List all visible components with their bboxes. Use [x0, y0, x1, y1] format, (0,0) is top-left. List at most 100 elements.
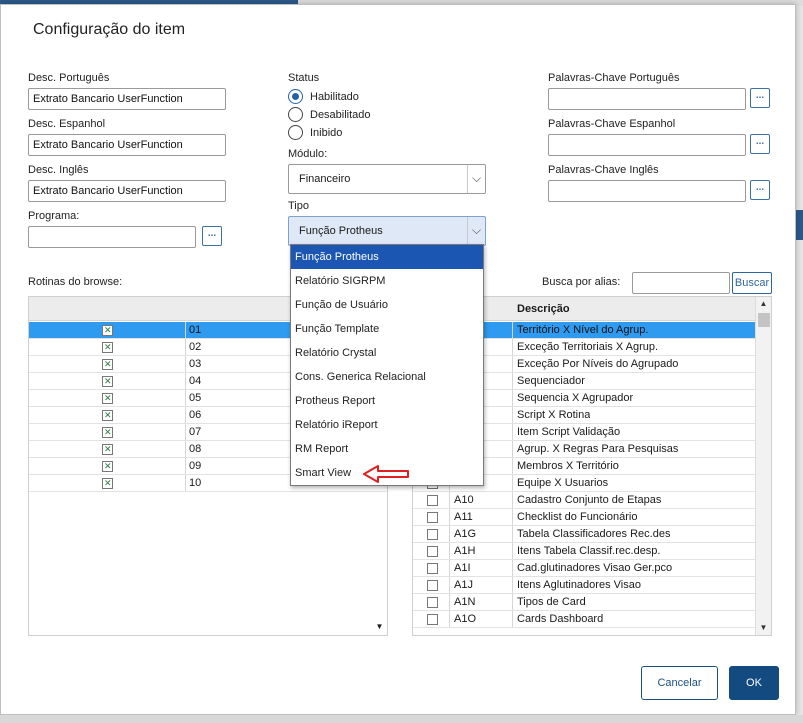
- checked-box-icon[interactable]: [102, 373, 113, 390]
- rotina-code: 03: [189, 358, 202, 370]
- column-separator: [449, 526, 450, 542]
- kw-en-input[interactable]: [548, 180, 746, 202]
- checkbox-icon[interactable]: [427, 495, 438, 506]
- column-separator: [185, 356, 186, 372]
- background-bottom-bar: [0, 715, 803, 723]
- desc-es-input[interactable]: Extrato Bancario UserFunction: [28, 134, 226, 156]
- tipo-option[interactable]: Função Template: [291, 317, 483, 341]
- checked-box-icon[interactable]: [102, 424, 113, 441]
- alias-code: A1N: [454, 596, 476, 608]
- alias-row[interactable]: A1O Cards Dashboard: [413, 611, 756, 628]
- checkbox-icon[interactable]: [427, 563, 438, 574]
- desc-en-input[interactable]: Extrato Bancario UserFunction: [28, 180, 226, 202]
- radio-desabilitado[interactable]: [288, 107, 303, 122]
- chevron-down-icon: ⌵: [467, 217, 485, 245]
- radio-habilitado[interactable]: [288, 89, 303, 104]
- scroll-down-icon[interactable]: ▼: [756, 621, 771, 635]
- checkbox-icon[interactable]: [427, 597, 438, 608]
- tipo-option[interactable]: Função de Usuário: [291, 293, 483, 317]
- checkbox-icon[interactable]: [427, 512, 438, 523]
- alias-description: Item Script Validação: [517, 426, 621, 438]
- scroll-up-icon[interactable]: ▲: [756, 297, 771, 311]
- checkbox-icon[interactable]: [427, 580, 438, 591]
- column-separator: [185, 390, 186, 406]
- kw-pt-lookup-button[interactable]: ...: [750, 88, 770, 108]
- kw-es-input[interactable]: [548, 134, 746, 156]
- tipo-option[interactable]: Cons. Generica Relacional: [291, 365, 483, 389]
- desc-pt-input[interactable]: Extrato Bancario UserFunction: [28, 88, 226, 110]
- checkbox-icon[interactable]: [427, 614, 438, 625]
- checked-box-icon[interactable]: [102, 407, 113, 424]
- tipo-option[interactable]: Relatório SIGRPM: [291, 269, 483, 293]
- column-separator: [449, 611, 450, 627]
- alias-row[interactable]: A1H Itens Tabela Classif.rec.desp.: [413, 543, 756, 560]
- tipo-select[interactable]: Função Protheus ⌵: [288, 216, 486, 246]
- checked-box-icon[interactable]: [102, 475, 113, 492]
- search-alias-input[interactable]: [632, 272, 730, 294]
- alias-description: Sequenciador: [517, 375, 585, 387]
- tipo-option[interactable]: Função Protheus: [291, 245, 483, 269]
- rotina-code: 06: [189, 409, 202, 421]
- checked-box-icon[interactable]: [102, 339, 113, 356]
- cancel-button[interactable]: Cancelar: [641, 666, 718, 700]
- scroll-thumb[interactable]: [758, 313, 770, 327]
- alias-row[interactable]: A1I Cad.glutinadores Visao Ger.pco: [413, 560, 756, 577]
- checked-box-icon[interactable]: [102, 390, 113, 407]
- column-separator: [512, 475, 513, 491]
- checked-box-icon[interactable]: [102, 458, 113, 475]
- alias-description: Exceção Por Níveis do Agrupado: [517, 358, 679, 370]
- alias-code: A10: [454, 494, 474, 506]
- tipo-option[interactable]: Relatório iReport: [291, 413, 483, 437]
- alias-row[interactable]: A1J Itens Aglutinadores Visao: [413, 577, 756, 594]
- alias-grid-scrollbar[interactable]: ▲ ▼: [755, 297, 771, 635]
- radio-inibido[interactable]: [288, 125, 303, 140]
- checkbox-icon[interactable]: [427, 546, 438, 557]
- kw-en-lookup-button[interactable]: ...: [750, 180, 770, 200]
- rotina-code: 01: [189, 324, 202, 336]
- alias-row[interactable]: A1G Tabela Classificadores Rec.des: [413, 526, 756, 543]
- rotinas-label: Rotinas do browse:: [28, 276, 123, 288]
- radio-desabilitado-label: Desabilitado: [310, 109, 371, 121]
- radio-habilitado-label: Habilitado: [310, 91, 359, 103]
- red-arrow-shape: [363, 465, 409, 483]
- status-label: Status: [288, 72, 320, 84]
- background-right-accent: [796, 210, 803, 240]
- column-separator: [185, 322, 186, 338]
- checked-box-icon[interactable]: [102, 356, 113, 373]
- tipo-option[interactable]: Relatório Crystal: [291, 341, 483, 365]
- tipo-option[interactable]: RM Report: [291, 437, 483, 461]
- modulo-select-value: Financeiro: [299, 173, 351, 185]
- kw-pt-input[interactable]: [548, 88, 746, 110]
- column-separator: [185, 373, 186, 389]
- column-separator: [449, 594, 450, 610]
- programa-lookup-button[interactable]: ...: [202, 226, 222, 246]
- left-grid-scroll-down-icon[interactable]: ▼: [372, 620, 387, 634]
- alias-row[interactable]: A10 Cadastro Conjunto de Etapas: [413, 492, 756, 509]
- column-separator: [512, 543, 513, 559]
- checkbox-icon[interactable]: [427, 529, 438, 540]
- alias-description: Cadastro Conjunto de Etapas: [517, 494, 662, 506]
- rotina-code: 09: [189, 460, 202, 472]
- column-separator: [512, 441, 513, 457]
- alias-row[interactable]: A1N Tipos de Card: [413, 594, 756, 611]
- rotina-code: 07: [189, 426, 202, 438]
- column-separator: [512, 509, 513, 525]
- desc-es-label: Desc. Espanhol: [28, 118, 106, 130]
- kw-pt-label: Palavras-Chave Português: [548, 72, 680, 84]
- programa-input[interactable]: [28, 226, 196, 248]
- alias-row[interactable]: A11 Checklist do Funcionário: [413, 509, 756, 526]
- checked-box-icon[interactable]: [102, 322, 113, 339]
- tipo-option[interactable]: Protheus Report: [291, 389, 483, 413]
- column-separator: [512, 611, 513, 627]
- column-separator: [512, 526, 513, 542]
- checked-box-icon[interactable]: [102, 441, 113, 458]
- alias-code: A1H: [454, 545, 476, 557]
- dialog-title: Configuração do item: [33, 21, 186, 38]
- column-separator: [512, 373, 513, 389]
- kw-es-lookup-button[interactable]: ...: [750, 134, 770, 154]
- ok-button[interactable]: OK: [729, 666, 779, 700]
- modulo-select[interactable]: Financeiro ⌵: [288, 164, 486, 194]
- search-button[interactable]: Buscar: [732, 272, 772, 294]
- alias-description: Script X Rotina: [517, 409, 591, 421]
- kw-en-label: Palavras-Chave Inglês: [548, 164, 659, 176]
